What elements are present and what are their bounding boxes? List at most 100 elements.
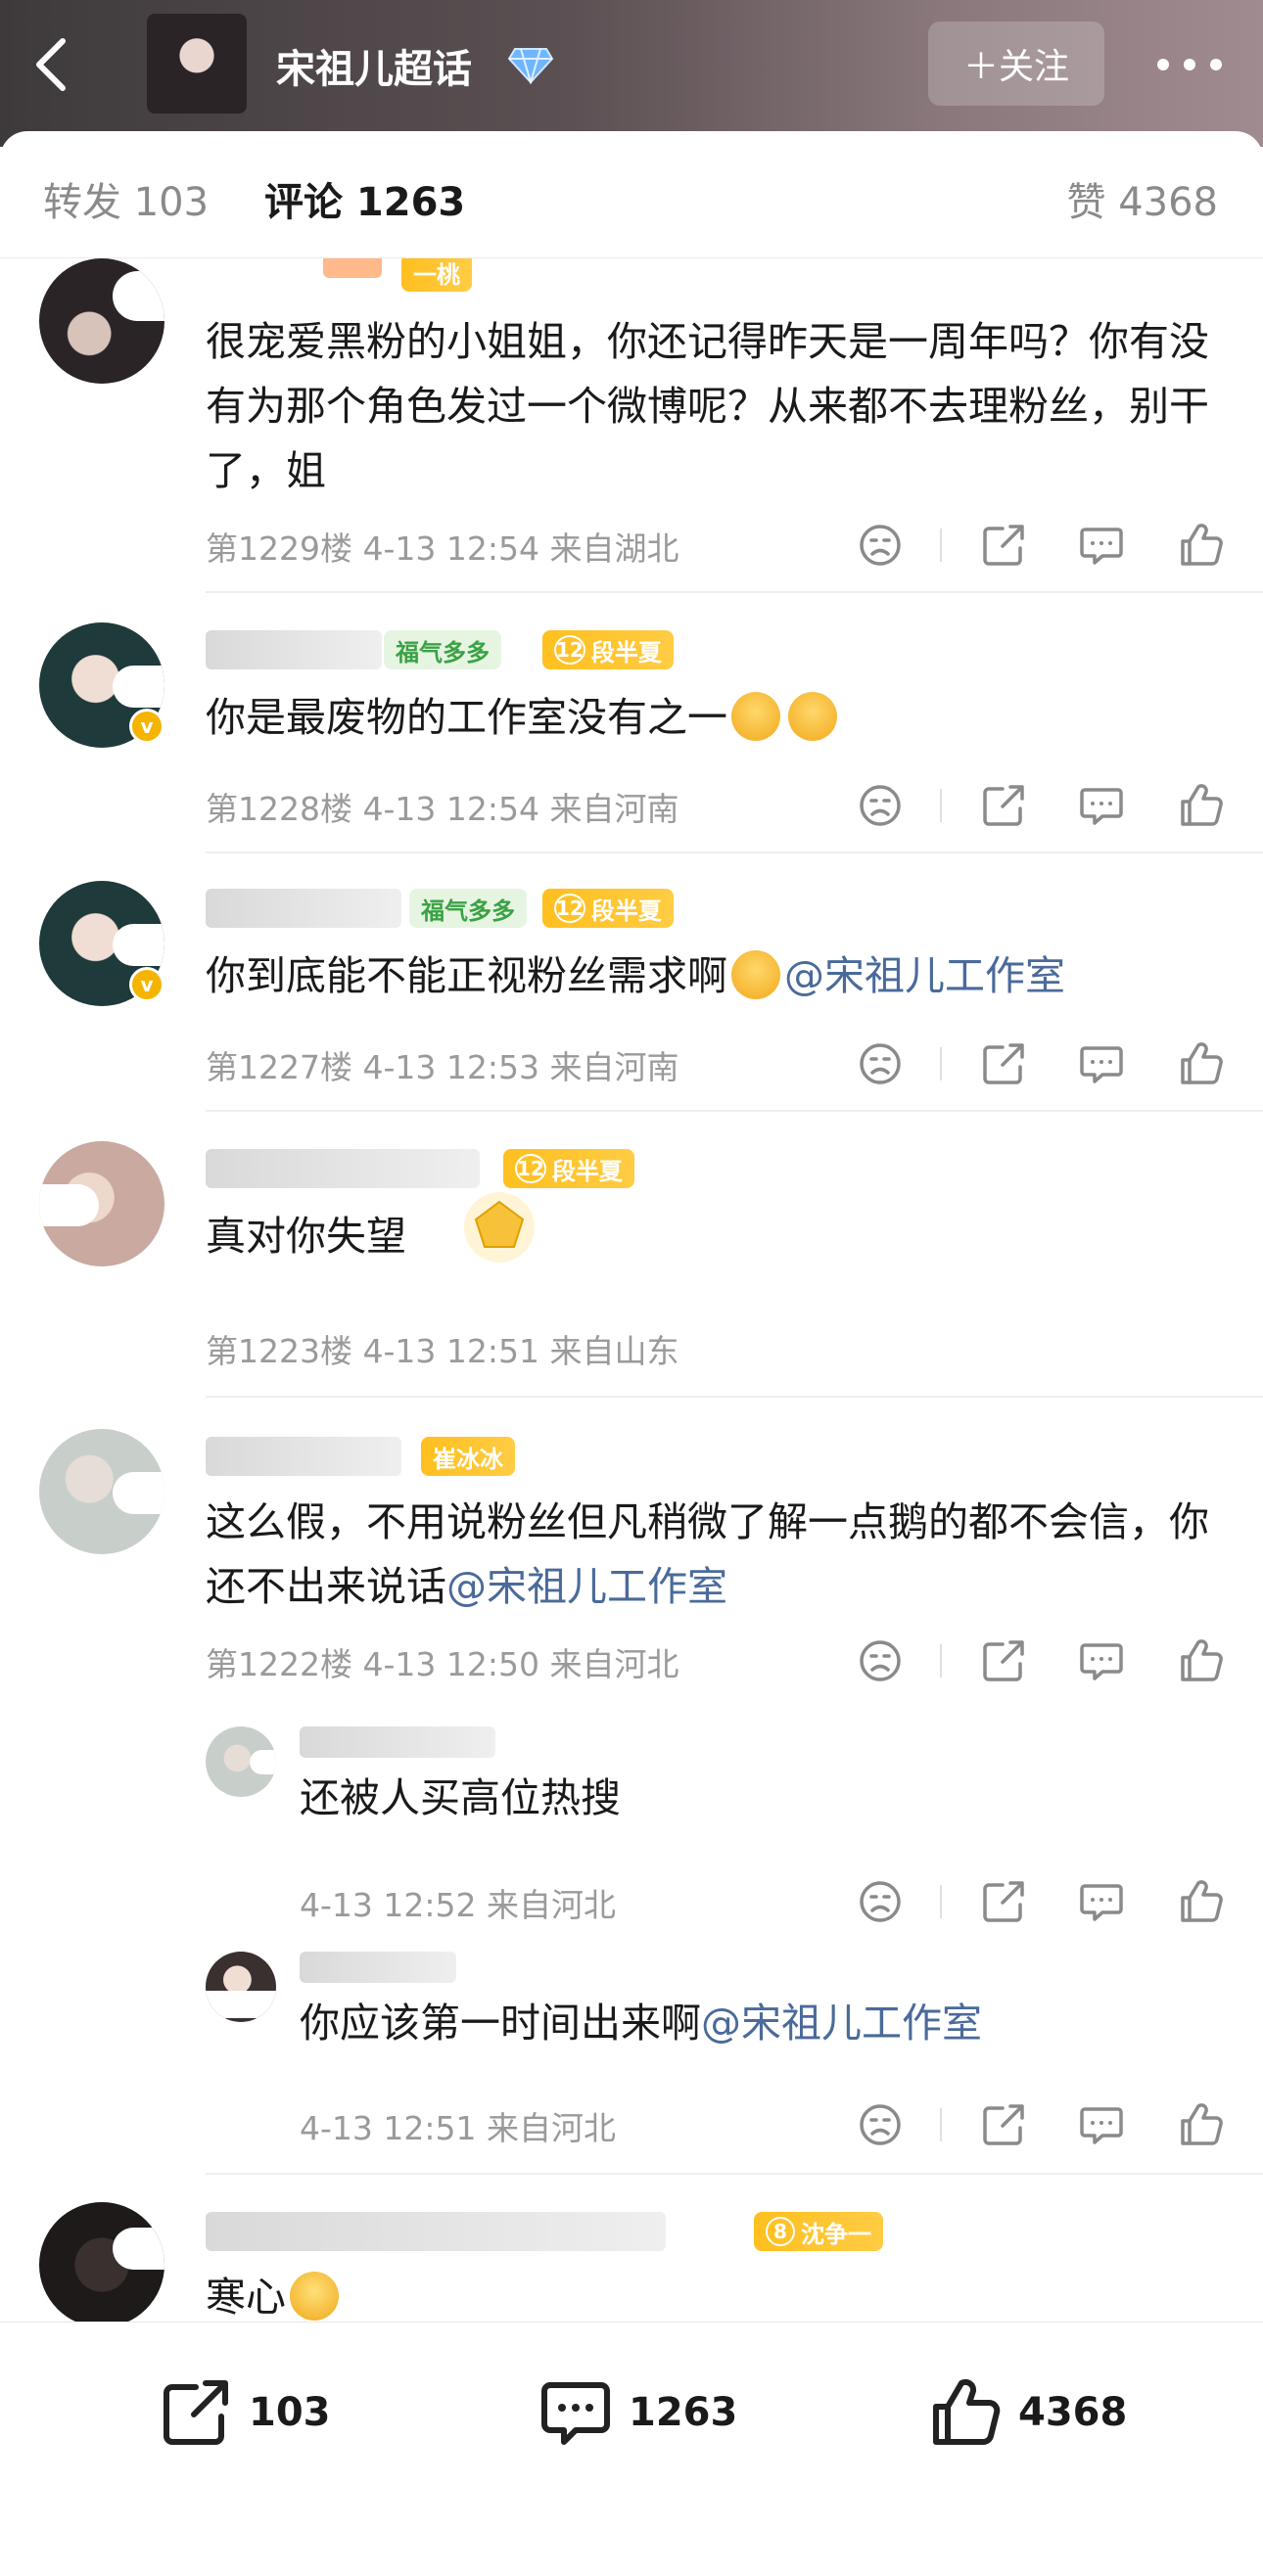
action-separator (940, 1047, 942, 1081)
verified-badge: v (129, 967, 164, 1002)
comment-actions (856, 1877, 1228, 1926)
fan-badge: 福气多多 (384, 630, 501, 669)
sad-face-icon[interactable] (856, 781, 905, 830)
comment-actions (856, 1636, 1228, 1685)
reply-text: 你应该第一时间出来啊@宋祖儿工作室 (300, 2000, 982, 2047)
username-redacted[interactable] (206, 1437, 401, 1476)
level-badge: 12 段半夏 (503, 1149, 634, 1188)
fan-badge: 福气多多 (409, 889, 527, 928)
tab-repost[interactable]: 转发 103 (43, 170, 209, 227)
sad-face-icon[interactable] (856, 2100, 905, 2149)
thumbs-up-icon[interactable] (1177, 2100, 1226, 2149)
pentagon-sticker-icon (464, 1192, 535, 1263)
reply-text: 还被人买高位热搜 (300, 1774, 621, 1821)
share-icon[interactable] (979, 781, 1028, 830)
bottom-action-bar: 103 1263 4368 (0, 2322, 1263, 2576)
comment-icon[interactable] (1077, 1636, 1126, 1685)
topic-title[interactable]: 宋祖儿超话 (276, 37, 472, 94)
mention-link[interactable]: @宋祖儿工作室 (784, 952, 1065, 999)
username-redacted[interactable] (206, 1149, 480, 1188)
avatar[interactable] (39, 1429, 164, 1554)
comment-text: 你是最废物的工作室没有之一 (206, 685, 1214, 750)
comment-icon[interactable] (1077, 521, 1126, 570)
username-redacted[interactable] (323, 258, 382, 278)
comment-text: 很宠爱黑粉的小姐姐，你还记得昨天是一周年吗？你有没有为那个角色发过一个微博呢？从… (206, 318, 1209, 494)
thumbs-up-icon[interactable] (1177, 521, 1226, 570)
share-icon (164, 2380, 228, 2445)
back-icon[interactable] (27, 35, 76, 94)
level-badge: 8 沈争一 (754, 2212, 883, 2251)
comment-text: 这么假，不用说粉丝但凡稍微了解一点鹅的都不会信，你还不出来说话@宋祖儿工作室 (206, 1498, 1209, 1610)
avatar[interactable] (39, 258, 164, 384)
topic-avatar[interactable] (147, 14, 247, 114)
divider (206, 1110, 1263, 1112)
sad-face-icon[interactable] (856, 1039, 905, 1088)
thumbs-up-icon[interactable] (1177, 781, 1226, 830)
share-icon[interactable] (979, 1636, 1028, 1685)
comment-count: 1263 (629, 2390, 738, 2435)
level-badge: 12 段半夏 (542, 630, 674, 669)
like-count: 4368 (1018, 2390, 1128, 2435)
share-icon[interactable] (979, 1039, 1028, 1088)
diamond-icon (507, 48, 554, 84)
comment-actions (856, 521, 1228, 570)
comment-meta: 第1229楼 4-13 12:54 来自湖北 (206, 529, 679, 568)
comment-button[interactable]: 1263 (537, 2373, 737, 2452)
fan-badge: 崔冰冰 (421, 1437, 515, 1476)
thumbs-up-icon[interactable] (1177, 1877, 1226, 1926)
comment-icon (541, 2382, 610, 2445)
comment-meta: 第1223楼 4-13 12:51 来自山东 (206, 1332, 679, 1370)
share-icon[interactable] (979, 2100, 1028, 2149)
tab-bar: 转发 103 评论 1263 赞 4368 (0, 131, 1263, 258)
like-button[interactable]: 4368 (926, 2373, 1127, 2452)
comment-text: 寒心 (206, 2265, 1214, 2322)
thumbs-up-icon (933, 2378, 1001, 2445)
repost-button[interactable]: 103 (157, 2373, 331, 2452)
thumbs-up-icon[interactable] (1177, 1636, 1226, 1685)
thumbs-up-icon[interactable] (1177, 1039, 1226, 1088)
username-redacted[interactable] (300, 1726, 495, 1758)
comment-meta: 第1222楼 4-13 12:50 来自河北 (206, 1645, 679, 1683)
comment-text: 真对你失望 (206, 1213, 406, 1260)
divider (206, 1396, 1263, 1398)
username-redacted[interactable] (206, 630, 382, 669)
comment-icon[interactable] (1077, 781, 1126, 830)
avatar[interactable] (206, 1952, 276, 2022)
comment-feed: 一桃 很宠爱黑粉的小姐姐，你还记得昨天是一周年吗？你有没有为那个角色发过一个微博… (0, 258, 1263, 2322)
avatar[interactable] (39, 1141, 164, 1266)
share-icon[interactable] (979, 521, 1028, 570)
reply-meta: 4-13 12:51 来自河北 (300, 2109, 616, 2147)
comment-icon[interactable] (1077, 1039, 1126, 1088)
action-separator (940, 2108, 942, 2141)
comment-icon[interactable] (1077, 1877, 1126, 1926)
top-bar: 宋祖儿超话 ＋关注 (0, 0, 1263, 147)
emoji-icon (731, 692, 780, 741)
comment-text: 你到底能不能正视粉丝需求啊 @宋祖儿工作室 (206, 950, 1065, 999)
avatar[interactable] (39, 2202, 164, 2322)
username-redacted[interactable] (300, 1952, 456, 1983)
tab-like[interactable]: 赞 4368 (1066, 170, 1218, 227)
sad-face-icon[interactable] (856, 521, 905, 570)
comment-icon[interactable] (1077, 2100, 1126, 2149)
more-dots-icon[interactable] (1155, 55, 1224, 74)
action-separator (940, 1644, 942, 1678)
mention-link[interactable]: @宋祖儿工作室 (701, 2000, 982, 2047)
crying-emoji-icon (290, 2272, 339, 2321)
avatar[interactable] (206, 1726, 276, 1797)
action-separator (940, 529, 942, 562)
tab-comment[interactable]: 评论 1263 (264, 170, 465, 227)
emoji-icon (731, 950, 780, 999)
verified-badge: v (129, 709, 164, 744)
follow-button[interactable]: ＋关注 (928, 22, 1104, 106)
divider (206, 591, 1263, 593)
comment-meta: 第1227楼 4-13 12:53 来自河南 (206, 1048, 679, 1086)
divider (206, 2173, 1263, 2175)
mention-link[interactable]: @宋祖儿工作室 (446, 1563, 727, 1610)
username-redacted[interactable] (206, 2212, 666, 2251)
reply-meta: 4-13 12:52 来自河北 (300, 1886, 616, 1924)
sad-face-icon[interactable] (856, 1877, 905, 1926)
fan-badge: 一桃 (401, 258, 472, 292)
sad-face-icon[interactable] (856, 1636, 905, 1685)
username-redacted[interactable] (206, 889, 401, 928)
share-icon[interactable] (979, 1877, 1028, 1926)
